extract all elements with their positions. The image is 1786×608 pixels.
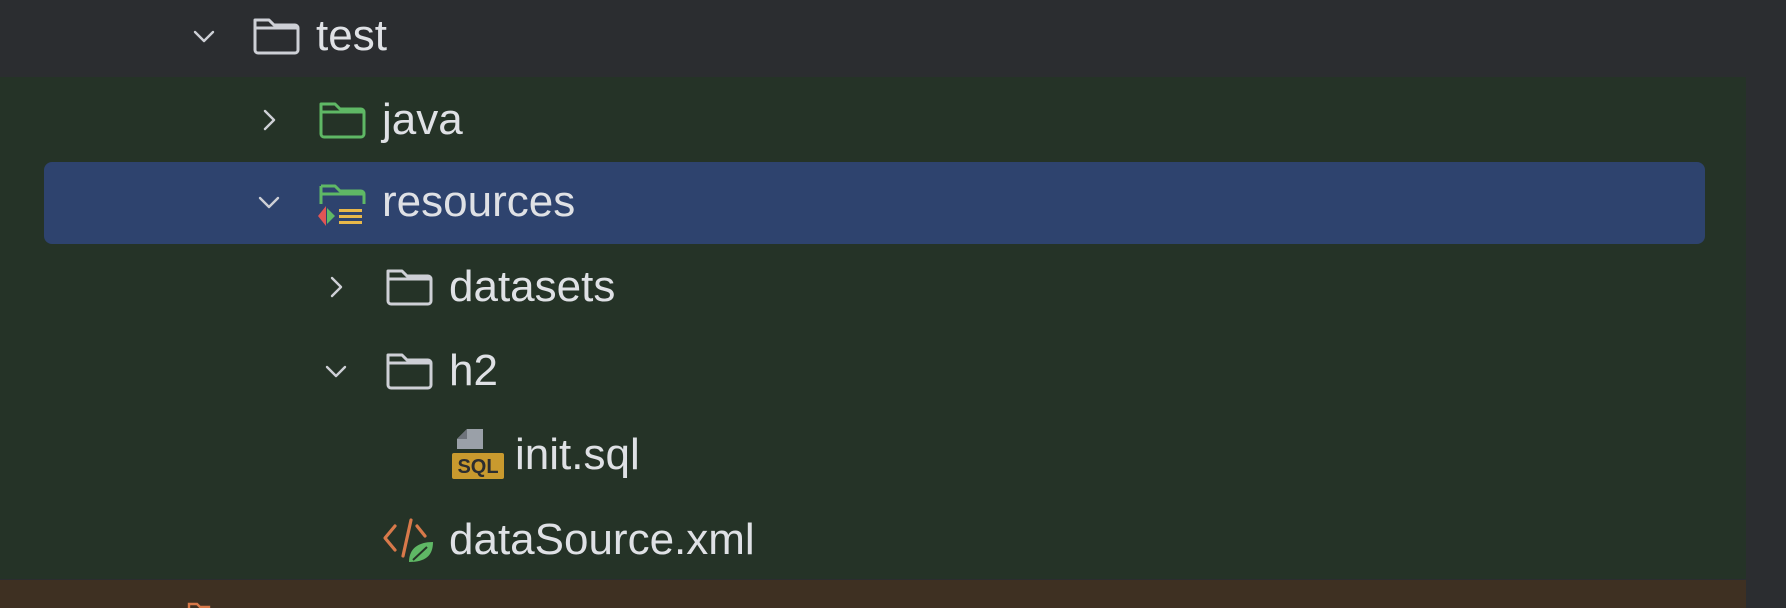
folder-icon	[383, 261, 435, 313]
scrollbar-gutter	[1746, 0, 1786, 608]
folder-icon	[383, 345, 435, 397]
tree-item-resources[interactable]: resources	[0, 160, 1746, 244]
spring-xml-file-icon	[383, 514, 435, 566]
chevron-right-icon[interactable]	[323, 274, 349, 300]
chevron-down-icon[interactable]	[191, 23, 217, 49]
partial-folder-icon	[187, 602, 211, 608]
chevron-down-icon[interactable]	[323, 358, 349, 384]
tree-item-java[interactable]: java	[0, 78, 1746, 162]
tree-item-label: init.sql	[515, 430, 640, 479]
tree-item-label: test	[316, 11, 387, 60]
tree-item-datasets[interactable]: datasets	[0, 245, 1746, 329]
tree-item-label: resources	[382, 177, 576, 226]
tree-item-datasource-xml[interactable]: dataSource.xml	[0, 498, 1746, 582]
test-resources-folder-icon	[316, 176, 368, 228]
tree-item-label: java	[382, 95, 463, 144]
test-sources-folder-icon	[316, 94, 368, 146]
chevron-right-icon[interactable]	[256, 107, 282, 133]
folder-icon	[250, 10, 302, 62]
tree-item-partial[interactable]	[186, 598, 212, 608]
tree-item-label: dataSource.xml	[449, 515, 755, 564]
tree-item-label: h2	[449, 346, 498, 395]
chevron-down-icon[interactable]	[256, 189, 282, 215]
tree-item-label: datasets	[449, 262, 616, 311]
project-tree: test java resources datasets h2 SQL init…	[0, 0, 1786, 608]
tree-item-init-sql[interactable]: SQL init.sql	[0, 413, 1746, 497]
sql-badge-text: SQL	[457, 456, 498, 478]
next-scope-highlight	[0, 580, 1746, 608]
tree-item-test[interactable]: test	[0, 0, 1746, 78]
tree-item-h2[interactable]: h2	[0, 329, 1746, 413]
sql-file-icon: SQL	[451, 427, 505, 483]
